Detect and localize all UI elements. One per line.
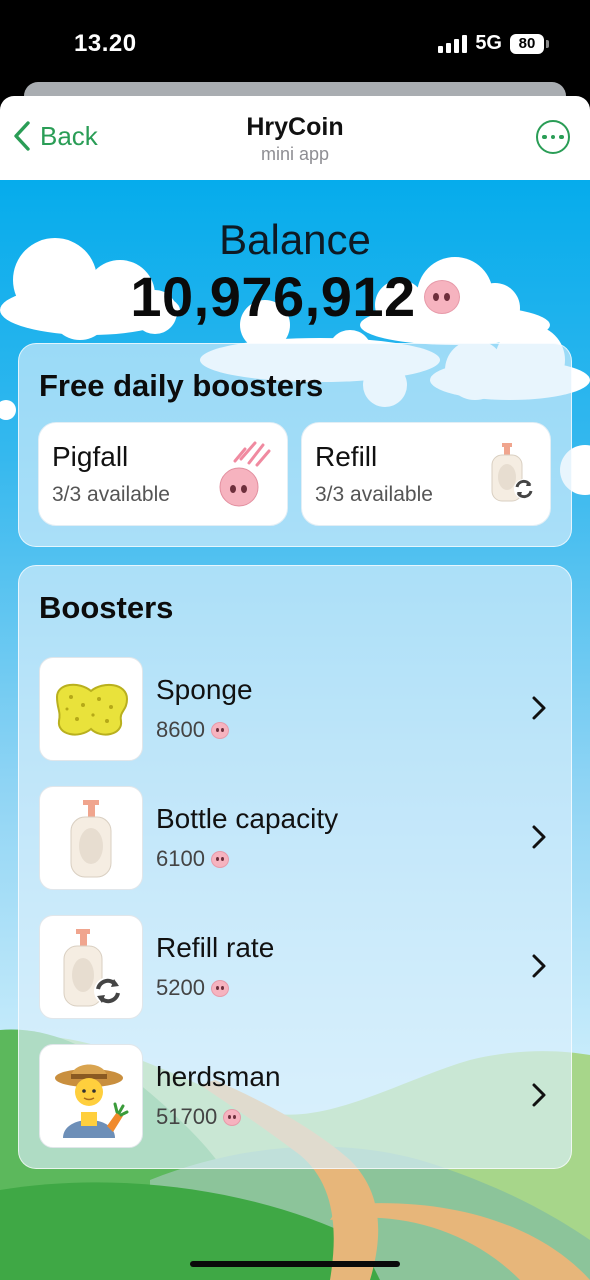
- boosters-title: Boosters: [39, 590, 174, 625]
- balance-label: Balance: [219, 216, 371, 263]
- pig-nose-coin-icon: [210, 979, 229, 997]
- booster-availability: 3/3 available: [315, 483, 433, 506]
- booster-name: Sponge: [156, 674, 253, 705]
- booster-item-herdsman[interactable]: herdsman 51700: [39, 1044, 553, 1148]
- boosters-panel: Boosters Sponge 8600 Bottle capacity 610…: [18, 565, 572, 1169]
- booster-price-value: 51700: [156, 1104, 218, 1129]
- balance-value: 10,976,912: [130, 265, 416, 328]
- booster-price: 6100: [156, 846, 229, 872]
- network-type: 5G: [475, 32, 502, 54]
- chevron-right-icon: [532, 696, 546, 720]
- pig-nose-coin-icon: [223, 1108, 242, 1126]
- booster-name: Refill: [315, 441, 378, 472]
- sponge-icon: [39, 657, 143, 761]
- bottle-refill-icon: [39, 915, 143, 1019]
- app-subtitle: mini app: [260, 144, 330, 164]
- booster-name: Refill rate: [156, 932, 275, 963]
- home-indicator[interactable]: [190, 1261, 400, 1267]
- status-indicators: 5G 80: [438, 32, 549, 55]
- status-time: 13.20: [74, 30, 137, 57]
- pig-nose-coin-icon: [210, 721, 229, 739]
- booster-price-value: 6100: [156, 846, 205, 871]
- battery-icon: 80: [510, 33, 549, 54]
- more-dots-icon: [542, 134, 547, 140]
- free-daily-boosters-panel: Free daily boosters Pigfall 3/3 availabl…: [18, 343, 572, 547]
- farmer-icon: [39, 1044, 143, 1148]
- pigfall-booster-card[interactable]: Pigfall 3/3 available: [38, 422, 288, 526]
- refill-booster-card[interactable]: Refill 3/3 available: [301, 422, 551, 526]
- booster-item-refill-rate[interactable]: Refill rate 5200: [39, 915, 553, 1019]
- booster-availability: 3/3 available: [52, 483, 170, 506]
- balance-row: 10,976,912: [0, 264, 590, 329]
- more-options-button[interactable]: [536, 120, 570, 154]
- free-boosters-title: Free daily boosters: [39, 368, 324, 403]
- falling-pig-icon: [219, 441, 271, 507]
- bottle-refill-icon: [491, 443, 534, 502]
- booster-price-value: 5200: [156, 975, 205, 1000]
- chevron-right-icon: [532, 825, 546, 849]
- booster-name: herdsman: [156, 1061, 281, 1092]
- booster-item-bottle-capacity[interactable]: Bottle capacity 6100: [39, 786, 553, 890]
- lotion-bottle-icon: [39, 786, 143, 890]
- app-title: HryCoin: [246, 113, 344, 141]
- cellular-signal-icon: [438, 34, 468, 53]
- pig-nose-coin-icon: [210, 850, 229, 868]
- booster-price-value: 8600: [156, 717, 205, 742]
- booster-price: 51700: [156, 1104, 242, 1130]
- chevron-right-icon: [532, 1083, 546, 1107]
- booster-name: Pigfall: [52, 441, 129, 472]
- status-bar: 13.20 5G 80: [0, 0, 590, 90]
- header-title-block: HryCoin mini app: [0, 113, 590, 165]
- booster-price: 8600: [156, 717, 229, 743]
- chevron-right-icon: [532, 954, 546, 978]
- booster-item-sponge[interactable]: Sponge 8600: [39, 657, 553, 761]
- booster-name: Bottle capacity: [156, 803, 339, 834]
- pig-nose-coin-icon: [423, 279, 460, 314]
- booster-price: 5200: [156, 975, 229, 1001]
- mini-app-header: Back HryCoin mini app: [0, 96, 590, 180]
- main-content: Balance 10,976,912 Free daily boosters P…: [0, 180, 590, 1280]
